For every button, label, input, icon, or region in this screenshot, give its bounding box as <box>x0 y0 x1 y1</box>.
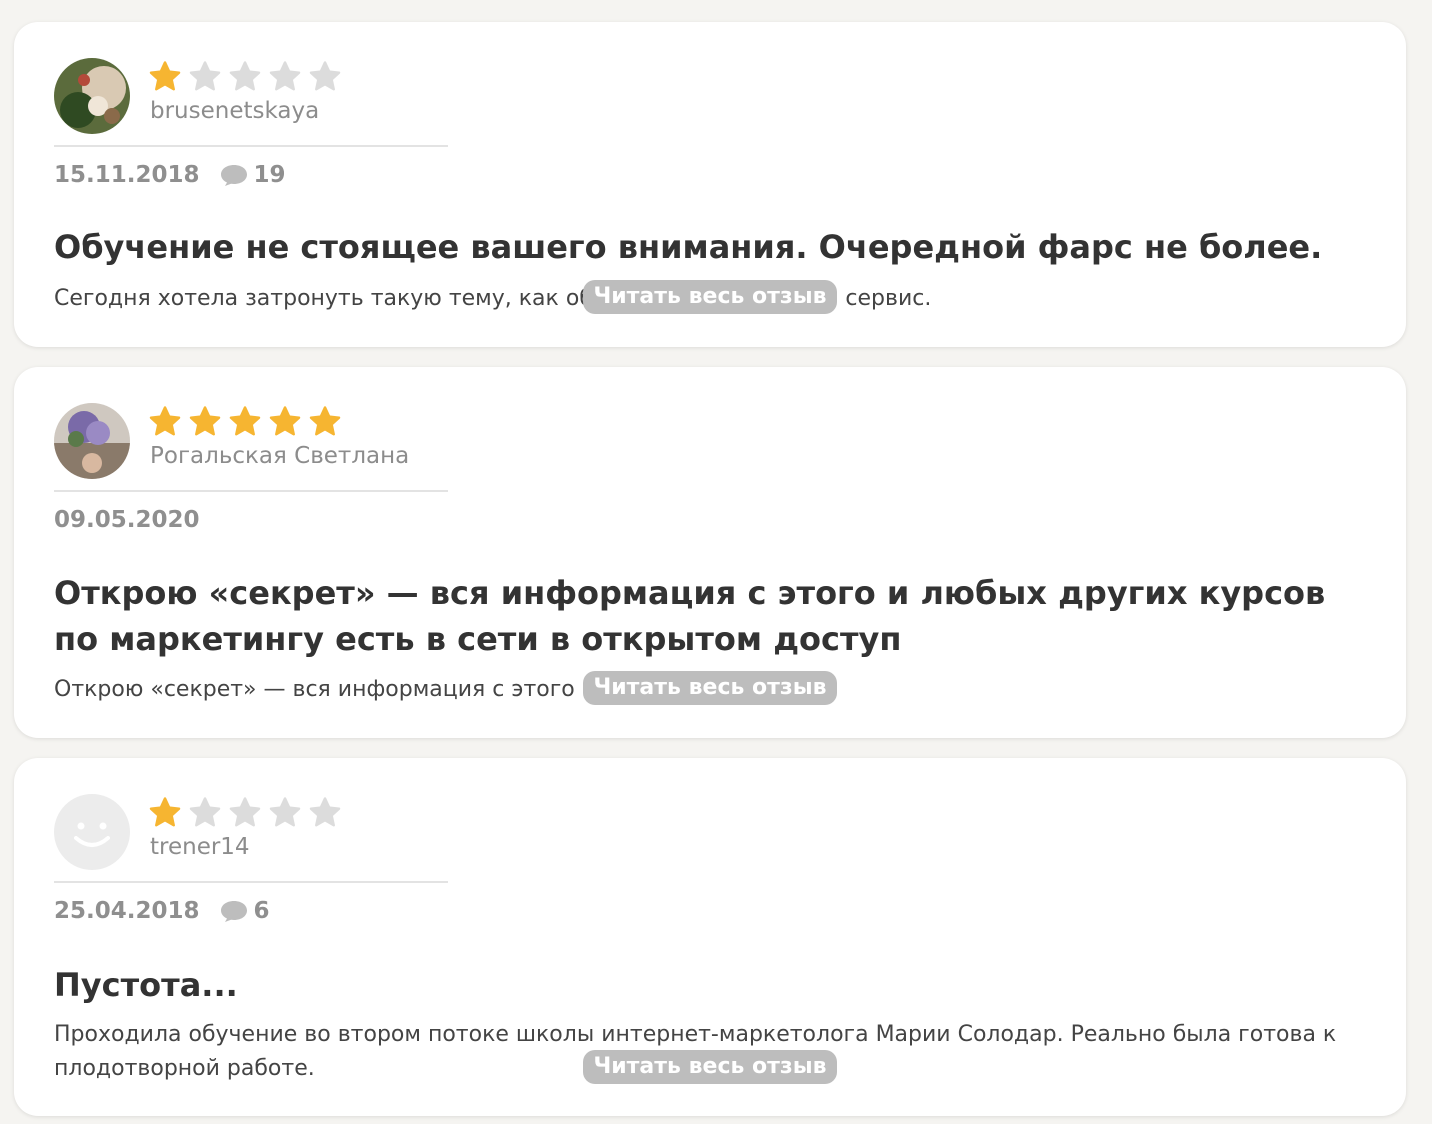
divider <box>54 490 448 492</box>
review-card: brusenetskaya 15.11.2018 19 Обучение не … <box>14 22 1406 347</box>
review-title[interactable]: Обучение не стоящее вашего внимания. Оче… <box>54 224 1374 270</box>
star-filled-icon <box>189 406 221 436</box>
read-full-review-button[interactable]: Читать весь отзыв <box>583 280 837 314</box>
comments-link[interactable]: 6 <box>220 898 270 924</box>
author-name[interactable]: trener14 <box>150 834 250 860</box>
star-filled-icon <box>309 406 341 436</box>
user-avatar[interactable] <box>54 58 130 134</box>
review-meta: 25.04.2018 6 <box>54 898 270 924</box>
review-meta: 15.11.2018 19 <box>54 162 286 188</box>
review-meta: 09.05.2020 <box>54 507 200 533</box>
review-card: Рогальская Светлана 09.05.2020 Открою «с… <box>14 367 1406 738</box>
star-filled-icon <box>149 797 181 827</box>
star-filled-icon <box>229 406 261 436</box>
star-empty-icon <box>269 797 301 827</box>
review-title[interactable]: Пустота... <box>54 962 1374 1008</box>
read-full-review-button[interactable]: Читать весь отзыв <box>583 1050 837 1084</box>
review-card: trener14 25.04.2018 6 Пустота... Проходи… <box>14 758 1406 1116</box>
review-date: 09.05.2020 <box>54 507 200 533</box>
divider <box>54 881 448 883</box>
user-avatar[interactable] <box>54 403 130 479</box>
star-empty-icon <box>189 61 221 91</box>
star-empty-icon <box>189 797 221 827</box>
star-filled-icon <box>149 406 181 436</box>
comments-link[interactable]: 19 <box>220 162 286 188</box>
rating-stars <box>148 796 342 830</box>
star-filled-icon <box>149 61 181 91</box>
star-empty-icon <box>309 61 341 91</box>
comment-bubble-icon <box>220 901 247 922</box>
star-empty-icon <box>309 797 341 827</box>
author-name[interactable]: Рогальская Светлана <box>150 443 409 469</box>
rating-stars <box>148 405 342 439</box>
review-title[interactable]: Открою «секрет» — вся информация с этого… <box>54 570 1374 662</box>
default-avatar-smiley-icon <box>54 794 130 870</box>
comment-bubble-icon <box>220 165 247 186</box>
comments-count: 19 <box>253 162 286 188</box>
star-filled-icon <box>269 406 301 436</box>
comments-count: 6 <box>253 898 270 924</box>
review-date: 25.04.2018 <box>54 898 200 924</box>
star-empty-icon <box>229 61 261 91</box>
review-date: 15.11.2018 <box>54 162 200 188</box>
rating-stars <box>148 60 342 94</box>
author-name[interactable]: brusenetskaya <box>150 98 319 124</box>
divider <box>54 145 448 147</box>
star-empty-icon <box>229 797 261 827</box>
user-avatar[interactable] <box>54 794 130 870</box>
read-full-review-button[interactable]: Читать весь отзыв <box>583 671 837 705</box>
star-empty-icon <box>269 61 301 91</box>
